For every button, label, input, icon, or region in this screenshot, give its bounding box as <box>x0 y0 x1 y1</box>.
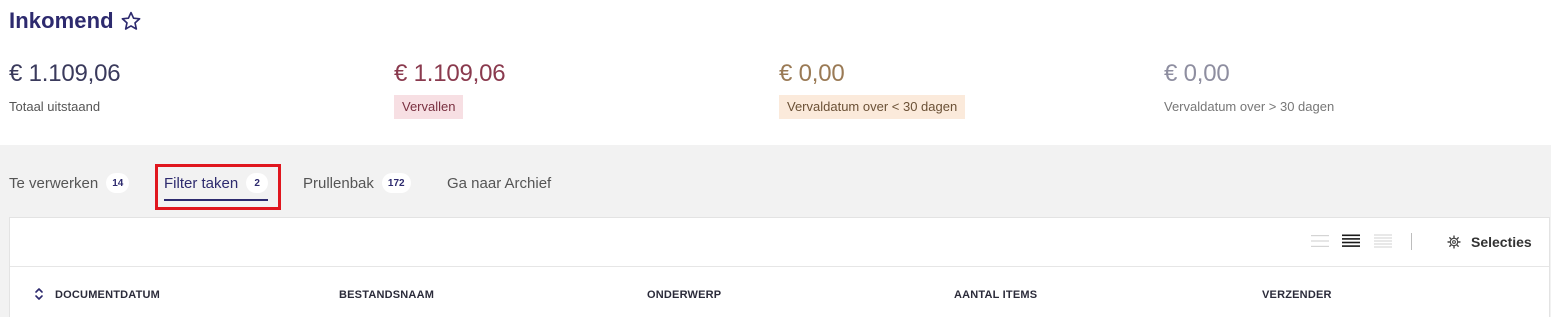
star-icon[interactable] <box>120 10 142 32</box>
kpi-amount: € 1.109,06 <box>9 60 121 87</box>
column-header-documentdatum[interactable]: DOCUMENTDATUM <box>55 289 160 301</box>
list-medium-icon[interactable] <box>1342 234 1360 248</box>
gear-icon <box>1447 235 1461 249</box>
kpi-amount: € 0,00 <box>1164 60 1230 87</box>
count-badge: 2 <box>246 173 269 193</box>
page-header: Inkomend <box>9 6 142 36</box>
kpi-overdue: € 1.109,06 Vervallen <box>394 58 506 119</box>
tab-label: Filter taken <box>164 174 239 192</box>
selections-label: Selecties <box>1471 234 1532 250</box>
page-title: Inkomend <box>9 8 114 33</box>
table-toolbar: Selecties <box>10 218 1549 267</box>
column-header-bestandsnaam: BESTANDSNAAM <box>339 289 435 301</box>
kpi-amount: € 1.109,06 <box>394 60 506 87</box>
count-badge: 172 <box>381 173 411 193</box>
kpi-badge: Vervallen <box>394 95 464 119</box>
kpi-due-within-30-days: € 0,00 Vervaldatum over < 30 dagen <box>779 58 966 119</box>
sort-updown-icon[interactable] <box>34 287 44 301</box>
kpi-label: Totaal uitstaand <box>9 99 101 114</box>
kpi-badge: Vervaldatum over < 30 dagen <box>779 95 966 119</box>
column-header-aantal-items: AANTAL ITEMS <box>954 289 1038 301</box>
list-compact-icon[interactable] <box>1311 234 1329 248</box>
column-header-onderwerp: ONDERWERP <box>647 289 722 301</box>
documents-panel: Selecties DOCUMENTDATUM BESTANDSNAAM OND… <box>9 217 1550 317</box>
kpi-due-after-30-days: € 0,00 Vervaldatum over > 30 dagen <box>1164 58 1334 119</box>
tab-ga-naar-archief[interactable]: Ga naar Archief <box>447 163 551 203</box>
column-header-verzender: VERZENDER <box>1262 289 1332 301</box>
table-header: DOCUMENTDATUM BESTANDSNAAM ONDERWERP AAN… <box>10 268 1549 317</box>
count-badge: 14 <box>106 173 130 193</box>
tab-label: Prullenbak <box>303 174 374 192</box>
kpi-label: Vervaldatum over > 30 dagen <box>1164 99 1335 114</box>
selections-button[interactable]: Selecties <box>1447 231 1532 253</box>
kpi-amount: € 0,00 <box>779 60 845 87</box>
tab-prullenbak[interactable]: Prullenbak 172 <box>303 163 411 203</box>
toolbar-divider <box>1411 233 1412 250</box>
kpi-total-outstanding: € 1.109,06 Totaal uitstaand <box>9 58 121 119</box>
tab-label: Te verwerken <box>9 174 99 192</box>
tab-filter-taken[interactable]: Filter taken 2 <box>164 163 269 203</box>
list-wide-icon[interactable] <box>1374 234 1392 248</box>
tab-label: Ga naar Archief <box>447 174 552 192</box>
tab-te-verwerken[interactable]: Te verwerken 14 <box>9 163 130 203</box>
